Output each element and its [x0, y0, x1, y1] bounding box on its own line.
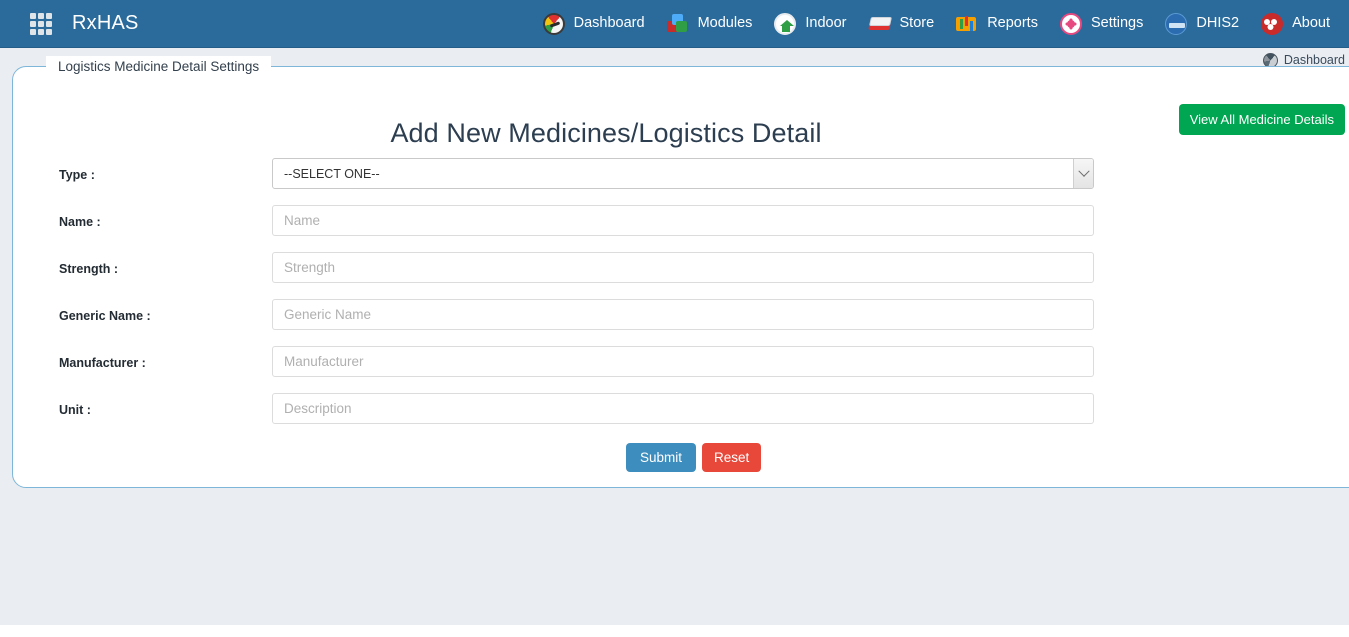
nav-item-settings[interactable]: Settings — [1049, 0, 1154, 48]
form-row-name: Name : — [0, 205, 1349, 239]
type-select[interactable]: --SELECT ONE-- — [272, 158, 1094, 189]
nav-label-dhis2: DHIS2 — [1196, 15, 1240, 32]
apps-grid-icon[interactable] — [30, 12, 52, 35]
about-people-icon — [1261, 12, 1284, 35]
indoor-house-icon — [774, 12, 797, 35]
label-unit: Unit : — [59, 403, 91, 417]
strength-input[interactable] — [272, 252, 1094, 283]
top-navbar: RxHAS Dashboard Modules Indoor Store Rep… — [0, 0, 1349, 48]
nav-label-about: About — [1292, 15, 1330, 32]
nav-label-reports: Reports — [987, 15, 1038, 32]
generic-name-input[interactable] — [272, 299, 1094, 330]
unit-input[interactable] — [272, 393, 1094, 424]
manufacturer-input[interactable] — [272, 346, 1094, 377]
form-row-generic-name: Generic Name : — [0, 299, 1349, 333]
navbar-menu: Dashboard Modules Indoor Store Reports S — [532, 0, 1341, 48]
nav-item-dhis2[interactable]: DHIS2 — [1154, 0, 1250, 48]
nav-label-indoor: Indoor — [805, 15, 847, 32]
nav-item-modules[interactable]: Modules — [656, 0, 764, 48]
form-row-type: Type : --SELECT ONE-- — [0, 158, 1349, 192]
label-name: Name : — [59, 215, 101, 229]
nav-item-indoor[interactable]: Indoor — [763, 0, 857, 48]
nav-item-about[interactable]: About — [1250, 0, 1341, 48]
form-row-unit: Unit : — [0, 393, 1349, 427]
label-type: Type : — [59, 168, 95, 182]
nav-item-reports[interactable]: Reports — [945, 0, 1049, 48]
app-page: RxHAS Dashboard Modules Indoor Store Rep… — [0, 0, 1349, 637]
submit-button[interactable]: Submit — [626, 443, 697, 472]
name-input[interactable] — [272, 205, 1094, 236]
store-box-icon — [869, 13, 891, 35]
form-row-strength: Strength : — [0, 252, 1349, 286]
nav-label-modules: Modules — [697, 15, 753, 32]
nav-label-store: Store — [899, 15, 935, 32]
field-wrap-unit — [272, 393, 1094, 424]
form-row-manufacturer: Manufacturer : — [0, 346, 1349, 380]
field-wrap-type: --SELECT ONE-- — [272, 158, 1094, 189]
field-wrap-name — [272, 205, 1094, 236]
dashboard-gauge-icon — [542, 12, 565, 35]
label-manufacturer: Manufacturer : — [59, 356, 146, 370]
reports-chart-icon — [956, 13, 978, 35]
label-generic-name: Generic Name : — [59, 309, 151, 323]
reset-button[interactable]: Reset — [702, 443, 762, 472]
nav-item-dashboard[interactable]: Dashboard — [532, 0, 656, 48]
nav-label-settings: Settings — [1090, 15, 1144, 32]
nav-item-store[interactable]: Store — [858, 0, 946, 48]
field-wrap-generic-name — [272, 299, 1094, 330]
view-all-medicine-details-button[interactable]: View All Medicine Details — [1178, 104, 1345, 135]
brand-group: RxHAS — [30, 12, 139, 35]
brand-title[interactable]: RxHAS — [72, 12, 139, 35]
field-wrap-strength — [272, 252, 1094, 283]
field-wrap-manufacturer — [272, 346, 1094, 377]
settings-gear-icon — [1059, 12, 1082, 35]
nav-label-dashboard: Dashboard — [573, 15, 645, 32]
page-title: Add New Medicines/Logistics Detail — [390, 118, 822, 148]
dhis2-logo-icon — [1165, 12, 1188, 35]
panel-legend: Logistics Medicine Detail Settings — [46, 56, 272, 78]
form-action-bar: Submit Reset — [626, 443, 762, 472]
label-strength: Strength : — [59, 262, 119, 276]
breadcrumb-label-dashboard[interactable]: Dashboard — [1284, 53, 1345, 67]
modules-blocks-icon — [666, 13, 689, 35]
